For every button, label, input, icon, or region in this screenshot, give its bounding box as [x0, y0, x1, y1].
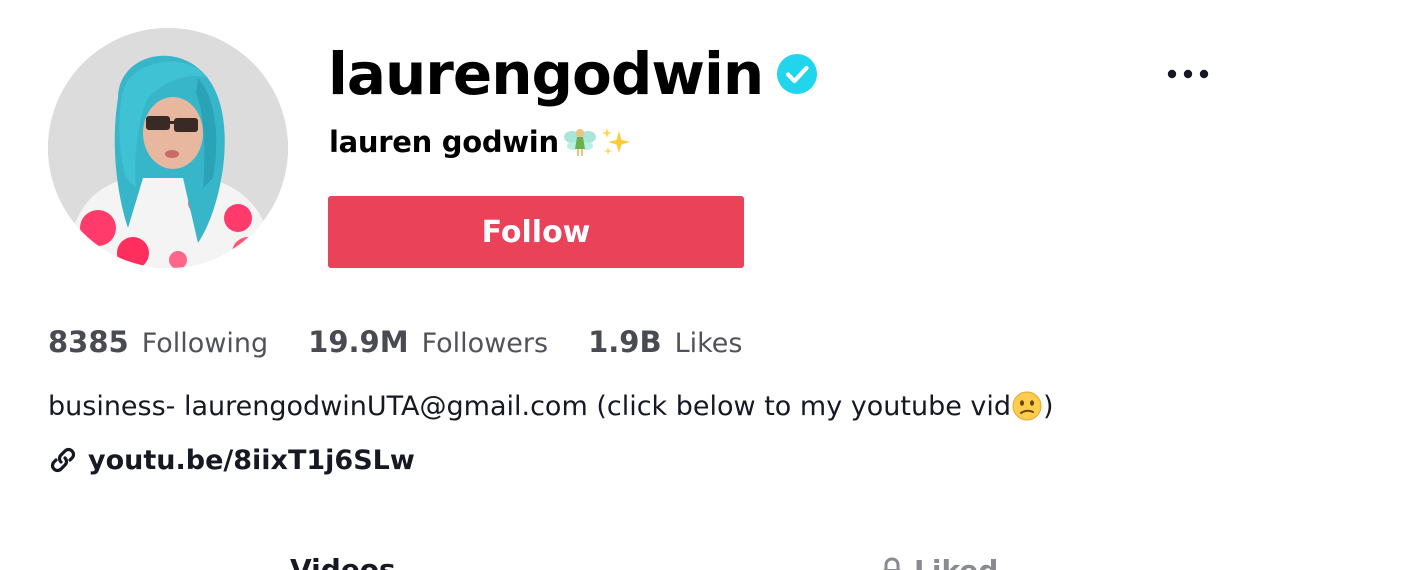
link-url[interactable]: youtu.be/8iixT1j6SLw — [88, 445, 415, 476]
fairy-emoji-icon — [563, 129, 596, 156]
avatar[interactable] — [48, 28, 288, 268]
display-name-emojis — [563, 125, 633, 159]
followers-label: Followers — [421, 328, 549, 359]
link-icon — [50, 447, 76, 473]
verified-badge-icon — [777, 54, 818, 94]
sparkles-emoji-icon — [601, 128, 630, 155]
username-row: laurengodwin — [328, 36, 818, 112]
bio: business- laurengodwinUTA@gmail.com (cli… — [48, 386, 1054, 426]
username: laurengodwin — [328, 40, 764, 108]
bio-text: business- laurengodwinUTA@gmail.com (cli… — [48, 390, 1012, 422]
profile-link[interactable]: youtu.be/8iixT1j6SLw — [48, 440, 415, 480]
followers-count: 19.9M — [308, 325, 409, 359]
tab-liked-label: Liked — [914, 557, 998, 570]
profile-page: laurengodwin lauren godwin Follow 8385 F… — [0, 0, 1402, 570]
confused-face-emoji-icon — [1012, 391, 1042, 421]
more-options-button[interactable] — [1160, 56, 1216, 92]
ellipsis-icon — [1167, 69, 1209, 79]
lock-icon — [883, 557, 901, 570]
profile-stats: 8385 Following 19.9M Followers 1.9B Like… — [48, 320, 782, 364]
stat-following[interactable]: 8385 Following — [48, 325, 268, 359]
profile-tabs: Videos Liked — [0, 548, 1402, 570]
display-name-row: lauren godwin — [329, 120, 633, 164]
following-count: 8385 — [48, 325, 129, 359]
following-label: Following — [141, 328, 269, 359]
follow-button[interactable]: Follow — [328, 196, 744, 268]
tab-liked[interactable]: Liked — [880, 556, 998, 570]
tab-videos-label: Videos — [290, 553, 396, 570]
stat-likes: 1.9B Likes — [588, 325, 742, 359]
likes-count: 1.9B — [588, 325, 662, 359]
tab-videos[interactable]: Videos — [290, 556, 396, 570]
likes-label: Likes — [674, 328, 743, 359]
display-name: lauren godwin — [329, 124, 559, 159]
stat-followers[interactable]: 19.9M Followers — [308, 325, 548, 359]
bio-text-end: ) — [1043, 390, 1054, 422]
